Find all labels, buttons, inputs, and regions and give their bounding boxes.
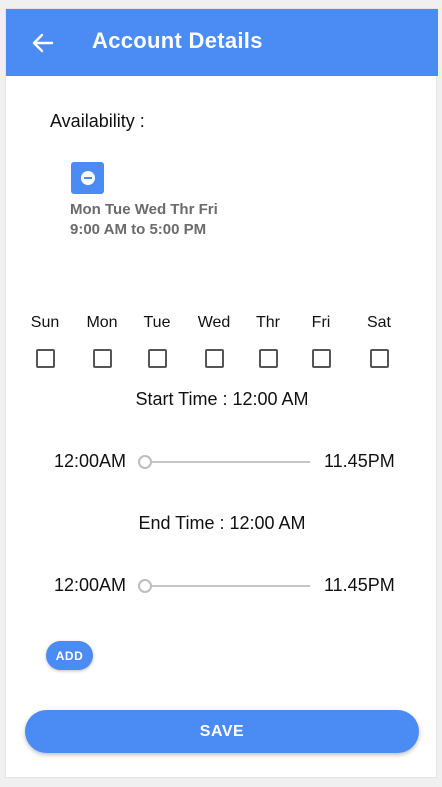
add-button[interactable]: ADD <box>46 641 93 670</box>
end-time-slider: 12:00AM 11.45PM <box>6 571 438 601</box>
day-label: Thr <box>256 314 280 331</box>
day-selector: Sun Mon Tue Wed Thr Fri Sat <box>6 314 438 374</box>
day-checkbox-thr[interactable] <box>258 349 278 368</box>
day-label: Sat <box>366 314 391 331</box>
availability-entry-days: Mon Tue Wed Thr Fri <box>70 201 218 218</box>
remove-availability-button[interactable] <box>71 162 104 194</box>
day-label: Wed <box>197 314 231 331</box>
end-time-max-label: 11.45PM <box>324 575 395 595</box>
arrow-left-icon <box>32 33 54 53</box>
day-mon: Mon <box>77 314 127 368</box>
day-checkbox-sat[interactable] <box>369 349 389 368</box>
day-sat: Sat <box>354 314 404 368</box>
end-time-track[interactable] <box>144 585 310 587</box>
day-label: Sun <box>30 314 60 331</box>
start-time-min-label: 12:00AM <box>54 451 127 471</box>
start-time-slider: 12:00AM 11.45PM <box>6 447 438 477</box>
end-time-thumb[interactable] <box>138 579 152 593</box>
start-time-thumb[interactable] <box>138 455 152 469</box>
start-time-max-label: 11.45PM <box>324 451 395 471</box>
day-checkbox-sun[interactable] <box>35 349 55 368</box>
day-checkbox-wed[interactable] <box>204 349 224 368</box>
day-checkbox-mon[interactable] <box>92 349 112 368</box>
start-time-track[interactable] <box>144 461 310 463</box>
minus-circle-icon <box>80 171 95 185</box>
end-time-label: End Time : 12:00 AM <box>138 513 306 533</box>
end-time-min-label: 12:00AM <box>54 575 127 595</box>
day-label: Tue <box>143 314 171 331</box>
save-button[interactable]: SAVE <box>25 710 419 753</box>
day-label: Mon <box>86 314 118 331</box>
day-checkbox-tue[interactable] <box>147 349 167 368</box>
start-time-label: Start Time : 12:00 AM <box>135 389 309 409</box>
back-button[interactable] <box>28 29 58 57</box>
day-checkbox-fri[interactable] <box>311 349 331 368</box>
day-wed: Wed <box>189 314 239 368</box>
day-label: Fri <box>311 314 331 331</box>
page-title: Account Details <box>92 28 263 53</box>
availability-entry: Mon Tue Wed Thr Fri 9:00 AM to 5:00 PM <box>70 200 218 240</box>
app-bar: Account Details <box>6 9 438 76</box>
day-tue: Tue <box>132 314 182 368</box>
account-details-screen: Account Details Availability : Mon Tue W… <box>5 8 438 778</box>
day-thr: Thr <box>243 314 293 368</box>
day-sun: Sun <box>20 314 70 368</box>
day-fri: Fri <box>296 314 346 368</box>
availability-label: Availability : <box>50 111 145 131</box>
availability-entry-hours: 9:00 AM to 5:00 PM <box>70 221 207 238</box>
